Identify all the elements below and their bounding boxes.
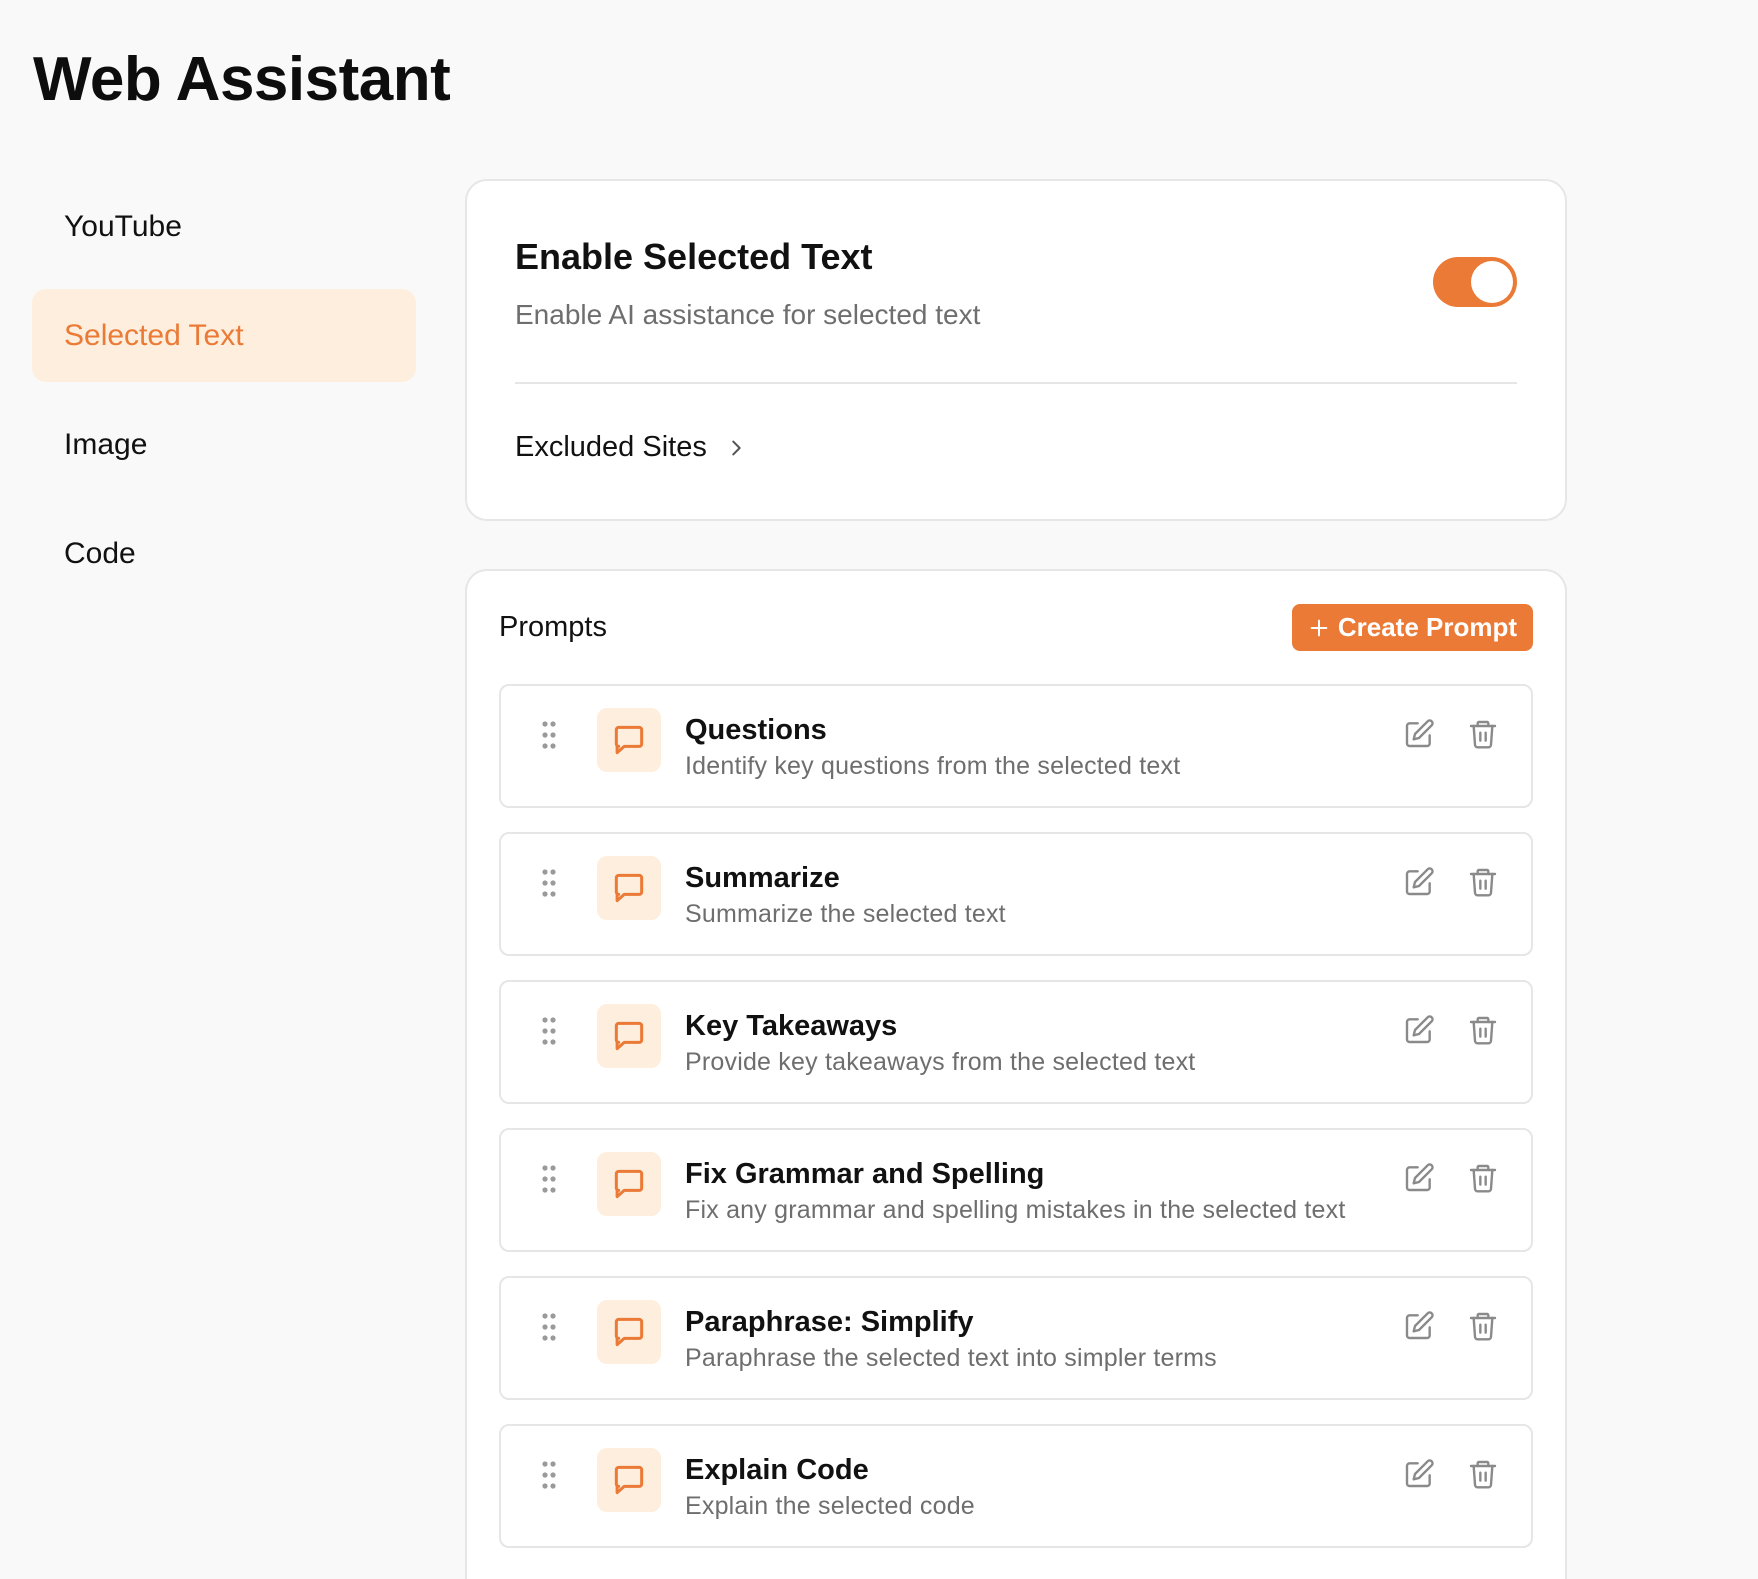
list-item[interactable]: Explain Code Explain the selected code <box>499 1424 1533 1548</box>
chat-bubble-icon <box>597 1004 661 1068</box>
trash-icon[interactable] <box>1467 1458 1499 1490</box>
create-prompt-label: Create Prompt <box>1337 612 1517 642</box>
drag-handle-icon[interactable] <box>541 1016 557 1046</box>
edit-icon[interactable] <box>1403 1458 1435 1490</box>
sidebar-item-youtube[interactable]: YouTube <box>32 180 416 273</box>
page-title: Web Assistant <box>33 45 451 114</box>
prompt-list: Questions Identify key questions from th… <box>499 684 1533 1572</box>
drag-handle-icon[interactable] <box>541 1164 557 1194</box>
chat-bubble-icon <box>597 708 661 772</box>
prompt-title: Explain Code <box>685 1454 869 1486</box>
trash-icon[interactable] <box>1467 718 1499 750</box>
toggle-knob <box>1471 261 1513 303</box>
prompts-heading: Prompts <box>499 611 607 643</box>
chevron-right-icon <box>732 440 741 455</box>
drag-handle-icon[interactable] <box>541 1460 557 1490</box>
chat-bubble-icon <box>597 856 661 920</box>
prompt-title: Paraphrase: Simplify <box>685 1306 974 1338</box>
prompt-description: Paraphrase the selected text into simple… <box>685 1344 1217 1372</box>
enable-subtitle: Enable AI assistance for selected text <box>515 299 981 330</box>
list-item[interactable]: Paraphrase: Simplify Paraphrase the sele… <box>499 1276 1533 1400</box>
create-prompt-button[interactable]: Create Prompt <box>1291 604 1533 651</box>
trash-icon[interactable] <box>1467 1310 1499 1342</box>
prompts-card: Prompts Create Prompt Questions Identify… <box>465 569 1567 1579</box>
list-item[interactable]: Fix Grammar and Spelling Fix any grammar… <box>499 1128 1533 1252</box>
prompt-title: Fix Grammar and Spelling <box>685 1158 1045 1190</box>
prompt-description: Summarize the selected text <box>685 900 1006 928</box>
sidebar: YouTube Selected Text Image Code <box>32 180 416 616</box>
chat-bubble-icon <box>597 1152 661 1216</box>
prompt-title: Questions <box>685 714 827 746</box>
chat-bubble-icon <box>597 1300 661 1364</box>
sidebar-item-image[interactable]: Image <box>32 398 416 491</box>
drag-handle-icon[interactable] <box>541 1312 557 1342</box>
chat-bubble-icon <box>597 1448 661 1512</box>
list-item[interactable]: Key Takeaways Provide key takeaways from… <box>499 980 1533 1104</box>
excluded-sites-label: Excluded Sites <box>515 431 707 463</box>
prompt-title: Summarize <box>685 862 840 894</box>
drag-handle-icon[interactable] <box>541 720 557 750</box>
trash-icon[interactable] <box>1467 1162 1499 1194</box>
list-item[interactable]: Summarize Summarize the selected text <box>499 832 1533 956</box>
drag-handle-icon[interactable] <box>541 868 557 898</box>
enable-title: Enable Selected Text <box>515 236 873 277</box>
list-item[interactable]: Questions Identify key questions from th… <box>499 684 1533 808</box>
prompt-description: Provide key takeaways from the selected … <box>685 1048 1196 1076</box>
enable-toggle[interactable] <box>1433 257 1517 307</box>
sidebar-item-selected-text[interactable]: Selected Text <box>32 289 416 382</box>
prompt-title: Key Takeaways <box>685 1010 898 1042</box>
plus-icon <box>1310 619 1328 636</box>
excluded-sites-link[interactable]: Excluded Sites <box>515 431 747 464</box>
sidebar-item-code[interactable]: Code <box>32 507 416 600</box>
trash-icon[interactable] <box>1467 1014 1499 1046</box>
edit-icon[interactable] <box>1403 1310 1435 1342</box>
prompt-description: Fix any grammar and spelling mistakes in… <box>685 1196 1346 1224</box>
enable-selected-text-card: Enable Selected Text Enable AI assistanc… <box>465 179 1567 521</box>
edit-icon[interactable] <box>1403 1014 1435 1046</box>
divider <box>515 382 1517 384</box>
prompt-description: Explain the selected code <box>685 1492 975 1520</box>
prompt-description: Identify key questions from the selected… <box>685 752 1181 780</box>
trash-icon[interactable] <box>1467 866 1499 898</box>
edit-icon[interactable] <box>1403 718 1435 750</box>
edit-icon[interactable] <box>1403 1162 1435 1194</box>
edit-icon[interactable] <box>1403 866 1435 898</box>
